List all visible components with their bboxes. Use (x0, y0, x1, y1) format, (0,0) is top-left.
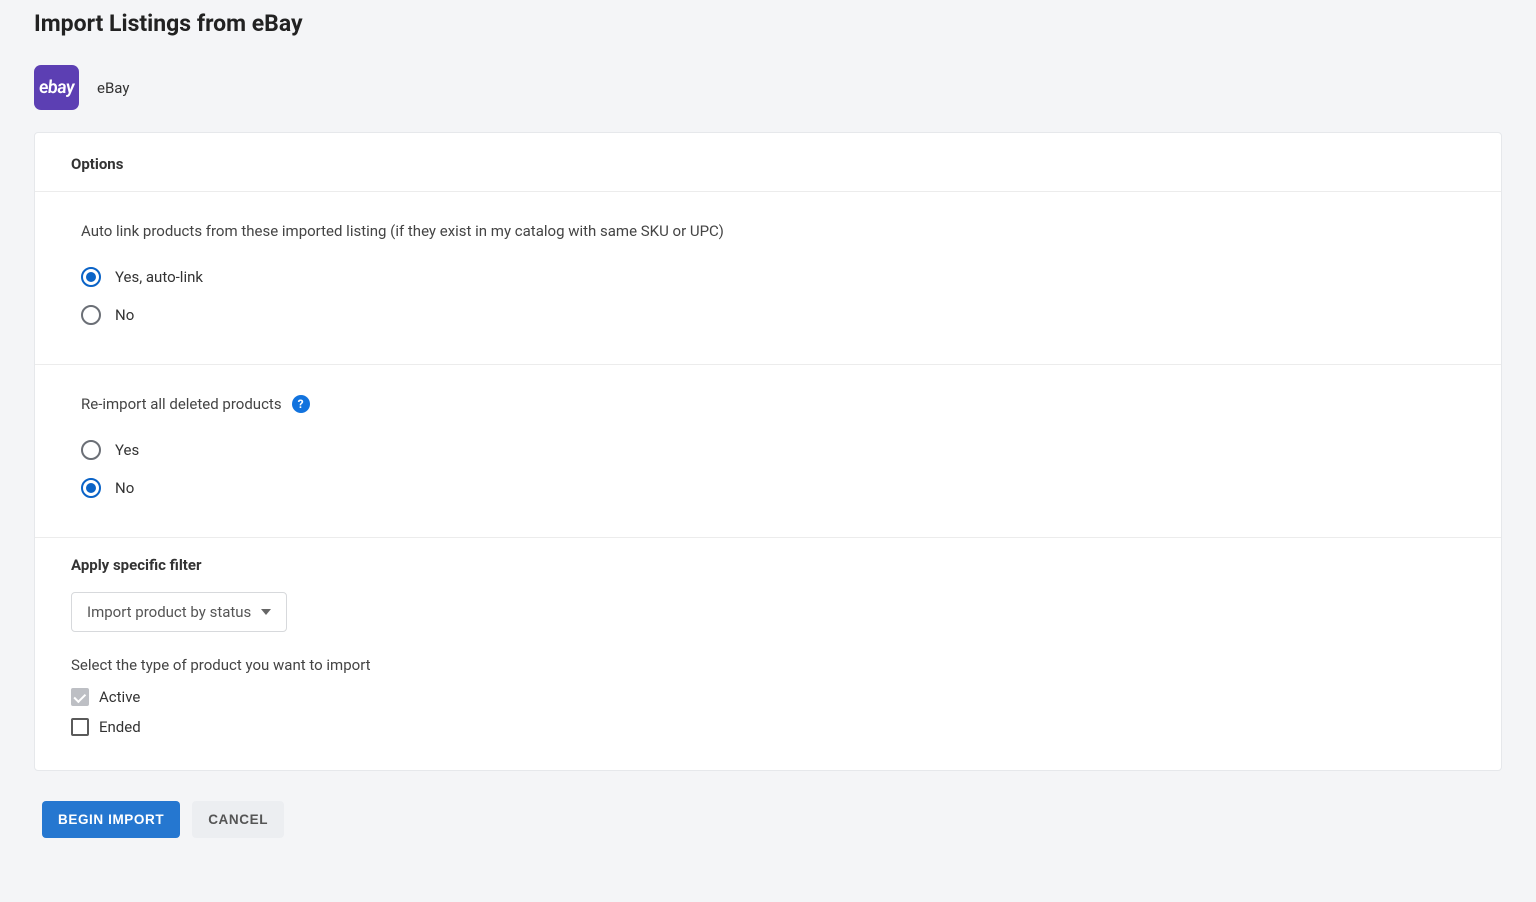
auto-link-no-label: No (115, 306, 134, 324)
ended-checkbox-label: Ended (99, 718, 141, 736)
reimport-yes-radio[interactable]: Yes (81, 431, 1455, 469)
reimport-section: Re-import all deleted products ? Yes No (35, 365, 1501, 538)
cancel-button[interactable]: CANCEL (192, 801, 284, 838)
reimport-no-radio[interactable]: No (81, 469, 1455, 507)
auto-link-section: Auto link products from these imported l… (35, 192, 1501, 365)
source-name: eBay (97, 79, 129, 97)
options-header: Options (35, 133, 1501, 192)
radio-icon (81, 305, 101, 325)
filter-dropdown-label: Import product by status (87, 603, 251, 621)
active-checkbox-label: Active (99, 688, 140, 706)
ebay-logo-icon: ebay (34, 65, 79, 110)
reimport-no-label: No (115, 479, 134, 497)
reimport-yes-label: Yes (115, 441, 139, 459)
page-title: Import Listings from eBay (34, 10, 1502, 37)
auto-link-yes-radio[interactable]: Yes, auto-link (81, 258, 1455, 296)
filter-heading: Apply specific filter (71, 556, 1465, 574)
footer-actions: BEGIN IMPORT CANCEL (34, 801, 1502, 838)
active-checkbox-row[interactable]: Active (71, 682, 1465, 712)
checkbox-icon (71, 688, 89, 706)
radio-icon (81, 440, 101, 460)
filter-dropdown[interactable]: Import product by status (71, 592, 287, 632)
options-card: Options Auto link products from these im… (34, 132, 1502, 771)
auto-link-yes-label: Yes, auto-link (115, 268, 203, 286)
filter-section: Apply specific filter Import product by … (35, 538, 1501, 770)
reimport-prompt-row: Re-import all deleted products ? (81, 395, 1455, 413)
radio-icon (81, 267, 101, 287)
begin-import-button[interactable]: BEGIN IMPORT (42, 801, 180, 838)
auto-link-no-radio[interactable]: No (81, 296, 1455, 334)
chevron-down-icon (261, 609, 271, 615)
filter-sub: Select the type of product you want to i… (71, 656, 1465, 674)
auto-link-prompt: Auto link products from these imported l… (81, 222, 1455, 240)
reimport-prompt: Re-import all deleted products (81, 395, 282, 413)
source-row: ebay eBay (34, 65, 1502, 110)
ended-checkbox-row[interactable]: Ended (71, 712, 1465, 742)
checkbox-icon (71, 718, 89, 736)
radio-icon (81, 478, 101, 498)
help-icon[interactable]: ? (292, 395, 310, 413)
